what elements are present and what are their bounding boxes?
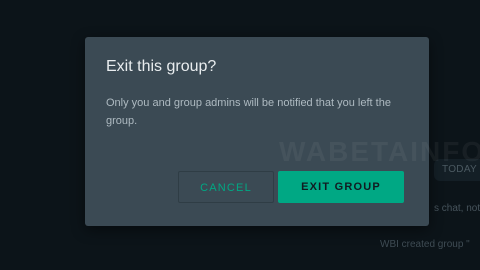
background-group-created-message: WBI created group " bbox=[380, 239, 470, 250]
app-screen: TODAY s chat, not WBI created group " WA… bbox=[0, 0, 480, 270]
exit-group-dialog: WABETAINFO Exit this group? Only you and… bbox=[85, 37, 480, 226]
dialog-message: Only you and group admins will be notifi… bbox=[106, 97, 391, 127]
dialog-title: Exit this group? bbox=[106, 58, 217, 75]
cancel-button[interactable]: CANCEL bbox=[178, 171, 274, 203]
watermark: WABETAINFO bbox=[279, 136, 480, 167]
background-system-message: s chat, not bbox=[434, 203, 480, 214]
exit-group-button[interactable]: EXIT GROUP bbox=[278, 171, 404, 203]
